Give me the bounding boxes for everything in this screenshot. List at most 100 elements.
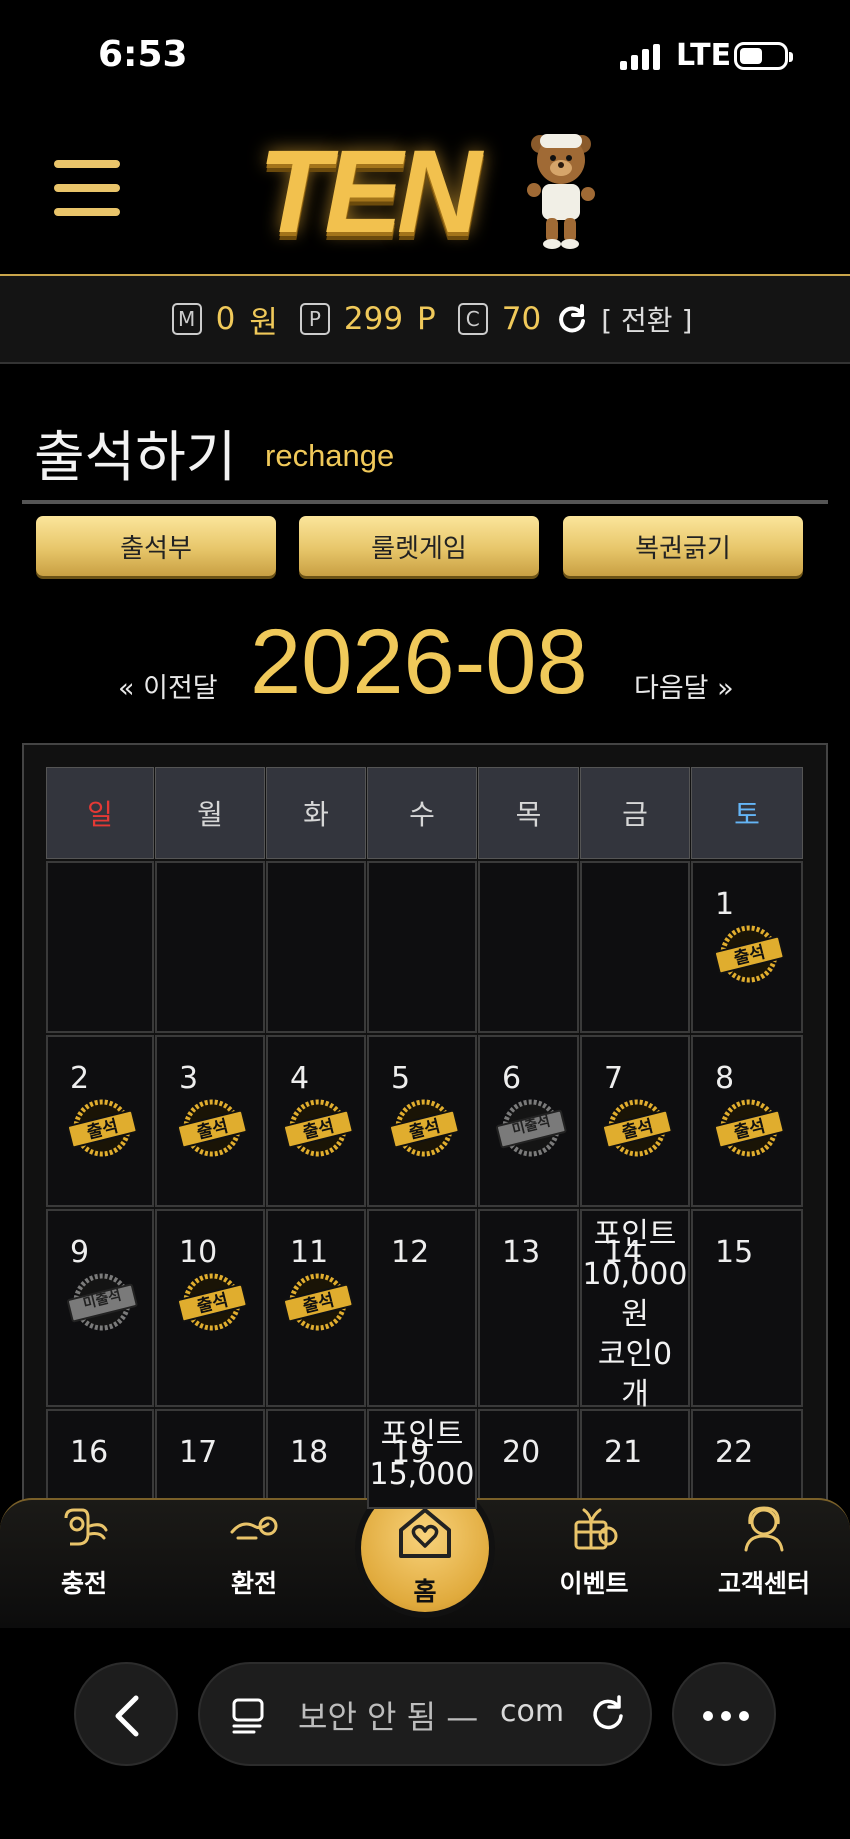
calendar-day-cell[interactable]: 8 출석 (691, 1035, 803, 1207)
calendar-day-cell[interactable]: 21 (580, 1409, 690, 1509)
day-number: 11 (290, 1235, 329, 1270)
calendar-day-cell[interactable]: 4 출석 (266, 1035, 366, 1207)
tab-attendance[interactable]: 출석부 (36, 516, 276, 576)
calendar-day-cell[interactable]: 10 출석 (155, 1209, 265, 1407)
nav-charge[interactable]: 충전 (24, 1504, 144, 1614)
calendar-empty-cell (155, 861, 265, 1033)
support-icon (744, 1506, 784, 1552)
browser-more-button[interactable] (672, 1662, 776, 1766)
next-month-link[interactable]: 다음달 » (634, 666, 734, 705)
nav-exchange[interactable]: 환전 (194, 1504, 314, 1614)
page-subtitle: rechange (265, 438, 395, 473)
day-number: 3 (179, 1061, 199, 1096)
calendar-day-cell[interactable]: 13 (478, 1209, 579, 1407)
calendar-day-cell[interactable]: 14 포인트 10,000 원 코인0 개 (580, 1209, 690, 1412)
day-number: 7 (604, 1061, 624, 1096)
calendar-day-cell[interactable]: 11 출석 (266, 1209, 366, 1407)
calendar-day-cell[interactable]: 16 (46, 1409, 154, 1509)
attended-stamp-icon: 출석 (281, 1273, 355, 1331)
day-number: 13 (502, 1235, 541, 1270)
money-icon: M (171, 303, 202, 335)
point-icon: P (299, 303, 330, 335)
calendar-day-cell[interactable]: 17 (155, 1409, 265, 1509)
attended-stamp-icon: 출석 (712, 1099, 786, 1157)
attended-stamp-icon: 출석 (600, 1099, 674, 1157)
gift-icon (574, 1508, 618, 1550)
tab-roulette[interactable]: 룰렛게임 (299, 516, 539, 576)
day-number: 2 (70, 1061, 90, 1096)
nav-event[interactable]: 이벤트 (534, 1504, 654, 1614)
switch-link[interactable]: [ 전환 ] (601, 299, 692, 339)
calendar-day-cell[interactable]: 3 출석 (155, 1035, 265, 1207)
reward-note-line: 개 (621, 1377, 649, 1412)
signal-icon (620, 44, 660, 70)
day-number: 12 (391, 1235, 430, 1270)
calendar-day-cell[interactable]: 12 (367, 1209, 477, 1407)
nav-charge-label: 충전 (60, 1569, 107, 1598)
more-dots-icon (703, 1711, 749, 1721)
day-number: 8 (715, 1061, 735, 1096)
reward-note-line: 코인0 (597, 1337, 673, 1372)
point-value: 299 (343, 301, 404, 337)
money-unit: 원 (249, 304, 278, 341)
day-number: 22 (715, 1435, 754, 1470)
refresh-icon[interactable] (557, 304, 587, 334)
calendar-day-cell[interactable]: 9 미출석 (46, 1209, 154, 1407)
url-bar[interactable]: 보안 안 됨 — com (198, 1662, 652, 1766)
coin-icon: C (457, 303, 488, 335)
calendar-day-cell[interactable]: 15 (691, 1209, 803, 1407)
nav-support[interactable]: 고객센터 (704, 1504, 824, 1614)
day-number: 4 (290, 1061, 310, 1096)
day-number: 15 (715, 1235, 754, 1270)
nav-support-label: 고객센터 (717, 1569, 810, 1598)
prev-month-link[interactable]: « 이전달 (118, 666, 218, 705)
day-number: 16 (70, 1435, 109, 1470)
month-label: 2026-08 (250, 611, 588, 713)
calendar-empty-cell (478, 861, 579, 1033)
tabs-icon (232, 1698, 264, 1734)
nav-exchange-label: 환전 (230, 1569, 277, 1598)
calendar-day-cell[interactable]: 18 (266, 1409, 366, 1509)
nav-home-label: 홈 (413, 1577, 437, 1606)
calendar-empty-cell (580, 861, 690, 1033)
home-heart-icon (399, 1508, 451, 1558)
weekday-header: 월 (155, 767, 265, 859)
absent-stamp-icon: 미출석 (494, 1099, 568, 1157)
attended-stamp-icon: 출석 (281, 1099, 355, 1157)
chevron-left-icon (115, 1695, 139, 1737)
status-time: 6:53 (98, 34, 188, 75)
url-domain: com (500, 1694, 565, 1729)
attended-stamp-icon: 출석 (65, 1099, 139, 1157)
weekday-header: 금 (580, 767, 690, 859)
exchange-icon (230, 1516, 278, 1540)
tab-lottery[interactable]: 복권긁기 (563, 516, 803, 576)
battery-icon (734, 42, 793, 70)
hamburger-menu-icon[interactable] (54, 160, 120, 216)
calendar-day-cell[interactable]: 1 출석 (691, 861, 803, 1033)
weekday-header: 목 (478, 767, 579, 859)
calendar-day-cell[interactable]: 2 출석 (46, 1035, 154, 1207)
calendar-empty-cell (46, 861, 154, 1033)
title-divider (22, 500, 828, 504)
day-number: 9 (70, 1235, 90, 1270)
absent-stamp-icon: 미출석 (65, 1273, 139, 1331)
calendar-day-cell[interactable]: 20 (478, 1409, 579, 1509)
calendar-day-cell[interactable]: 5 출석 (367, 1035, 477, 1207)
logo-wordmark: TEN (258, 126, 482, 258)
day-number: 17 (179, 1435, 218, 1470)
browser-back-button[interactable] (74, 1662, 178, 1766)
bear-mascot-icon (527, 134, 595, 249)
weekday-header: 수 (367, 767, 477, 859)
logo[interactable]: TEN (258, 124, 598, 258)
reward-note-line: 15,000 (369, 1457, 475, 1492)
nav-event-label: 이벤트 (559, 1569, 629, 1598)
calendar-day-cell[interactable]: 22 (691, 1409, 803, 1509)
reload-icon[interactable] (588, 1694, 628, 1734)
calendar-day-cell[interactable]: 6 미출석 (478, 1035, 579, 1207)
attended-stamp-icon: 출석 (712, 925, 786, 983)
calendar-day-cell[interactable]: 19 포인트 15,000 (367, 1409, 477, 1509)
network-label: LTE (676, 38, 732, 73)
day-number: 5 (391, 1061, 411, 1096)
day-number: 20 (502, 1435, 541, 1470)
calendar-day-cell[interactable]: 7 출석 (580, 1035, 690, 1207)
